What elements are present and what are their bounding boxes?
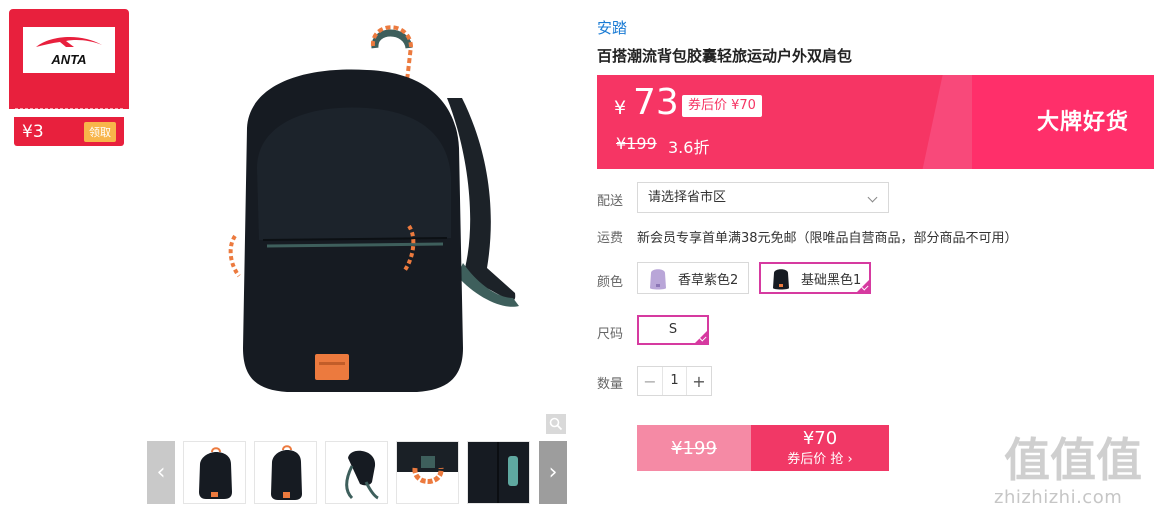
thumbnail-4[interactable] <box>396 441 459 504</box>
selected-check-icon <box>856 279 870 293</box>
brand-coupon[interactable]: ANTA ¥3 领取 <box>9 9 129 146</box>
selected-check-icon <box>694 330 708 344</box>
size-option-s[interactable]: S <box>637 315 709 345</box>
coupon-divider <box>15 108 123 109</box>
magnifier-icon <box>549 417 563 431</box>
watermark-url: zhizhizhi.com <box>994 487 1123 508</box>
color-option-vanilla-purple[interactable]: 香草紫色2 <box>637 262 749 294</box>
color-option-label: 香草紫色2 <box>678 272 739 288</box>
thumbnail-3[interactable] <box>325 441 388 504</box>
coupon-header: ANTA <box>9 9 129 109</box>
quantity-input[interactable]: 1 <box>662 367 687 395</box>
banner-slogan: 大牌好货 <box>1037 110 1130 135</box>
buy-original-price: ¥199 <box>671 437 717 459</box>
coupon-claim-button[interactable]: 领取 <box>84 121 116 142</box>
color-option-label: 基础黑色1 <box>801 272 862 288</box>
zoom-button[interactable] <box>546 414 566 434</box>
color-option-basic-black[interactable]: 基础黑色1 <box>759 262 871 294</box>
size-label: 尺码 <box>597 327 624 342</box>
main-product-image[interactable] <box>147 8 567 435</box>
price-currency: ¥ <box>614 97 627 119</box>
quantity-stepper: − 1 + <box>637 366 712 396</box>
delivery-label: 配送 <box>597 194 624 209</box>
coupon-buy-button[interactable]: ¥70 券后价 抢 › <box>751 425 889 471</box>
thumbnail-next-button[interactable]: › <box>539 441 567 504</box>
price-banner: ¥ 73 券后价 ¥70 ¥199 3.6折 大牌好货 <box>597 75 1154 169</box>
product-title: 百搭潮流背包胶囊轻旅运动户外双肩包 <box>597 47 853 65</box>
region-select[interactable]: 请选择省市区 <box>637 182 889 213</box>
quantity-increase-button[interactable]: + <box>687 367 711 395</box>
discount-rate: 3.6折 <box>668 138 710 157</box>
watermark-logo: 值值值 <box>1004 433 1142 485</box>
watermark-logo-text: 值值值 <box>1004 433 1142 485</box>
thumbnail-2[interactable] <box>254 441 317 504</box>
current-price: 73 <box>633 82 679 123</box>
thumbnail-backpack-back <box>345 450 379 500</box>
thumbnail-side-pocket <box>468 442 529 503</box>
original-price: ¥199 <box>616 134 657 153</box>
quantity-label: 数量 <box>597 377 624 392</box>
coupon-footer: ¥3 领取 <box>14 117 124 146</box>
thumbnail-handle-detail <box>397 442 458 484</box>
color-swatch-black <box>773 269 789 290</box>
chevron-down-icon <box>867 192 878 203</box>
color-label: 颜色 <box>597 275 624 290</box>
coupon-amount: ¥3 <box>22 121 44 142</box>
quantity-decrease-button[interactable]: − <box>638 367 662 395</box>
original-price-button[interactable]: ¥199 <box>637 425 751 471</box>
chevron-right-icon: › <box>548 460 558 485</box>
buy-action-label: 券后价 抢 › <box>787 452 853 467</box>
after-coupon-price-badge: 券后价 ¥70 <box>682 95 762 117</box>
anta-logo: ANTA <box>36 36 102 67</box>
buy-coupon-price: ¥70 <box>802 428 838 449</box>
thumbnail-1[interactable] <box>183 441 246 504</box>
size-option-label: S <box>668 322 678 337</box>
backpack-image <box>228 25 519 392</box>
thumbnail-backpack-front <box>199 447 232 499</box>
chevron-left-icon: ‹ <box>156 460 166 485</box>
product-brand[interactable]: 安踏 <box>597 17 627 38</box>
brand-logo-box: ANTA <box>23 27 115 73</box>
color-swatch-purple <box>650 269 666 290</box>
freight-info: 新会员专享首单满38元免邮（限唯品自营商品，部分商品不可用） <box>637 231 1018 246</box>
freight-label: 运费 <box>597 231 624 246</box>
thumbnail-prev-button[interactable]: ‹ <box>147 441 175 504</box>
region-select-value: 请选择省市区 <box>648 190 727 205</box>
brand-logo-text: ANTA <box>50 52 86 67</box>
thumbnail-backpack-angle <box>271 445 302 500</box>
thumbnail-5[interactable] <box>467 441 530 504</box>
